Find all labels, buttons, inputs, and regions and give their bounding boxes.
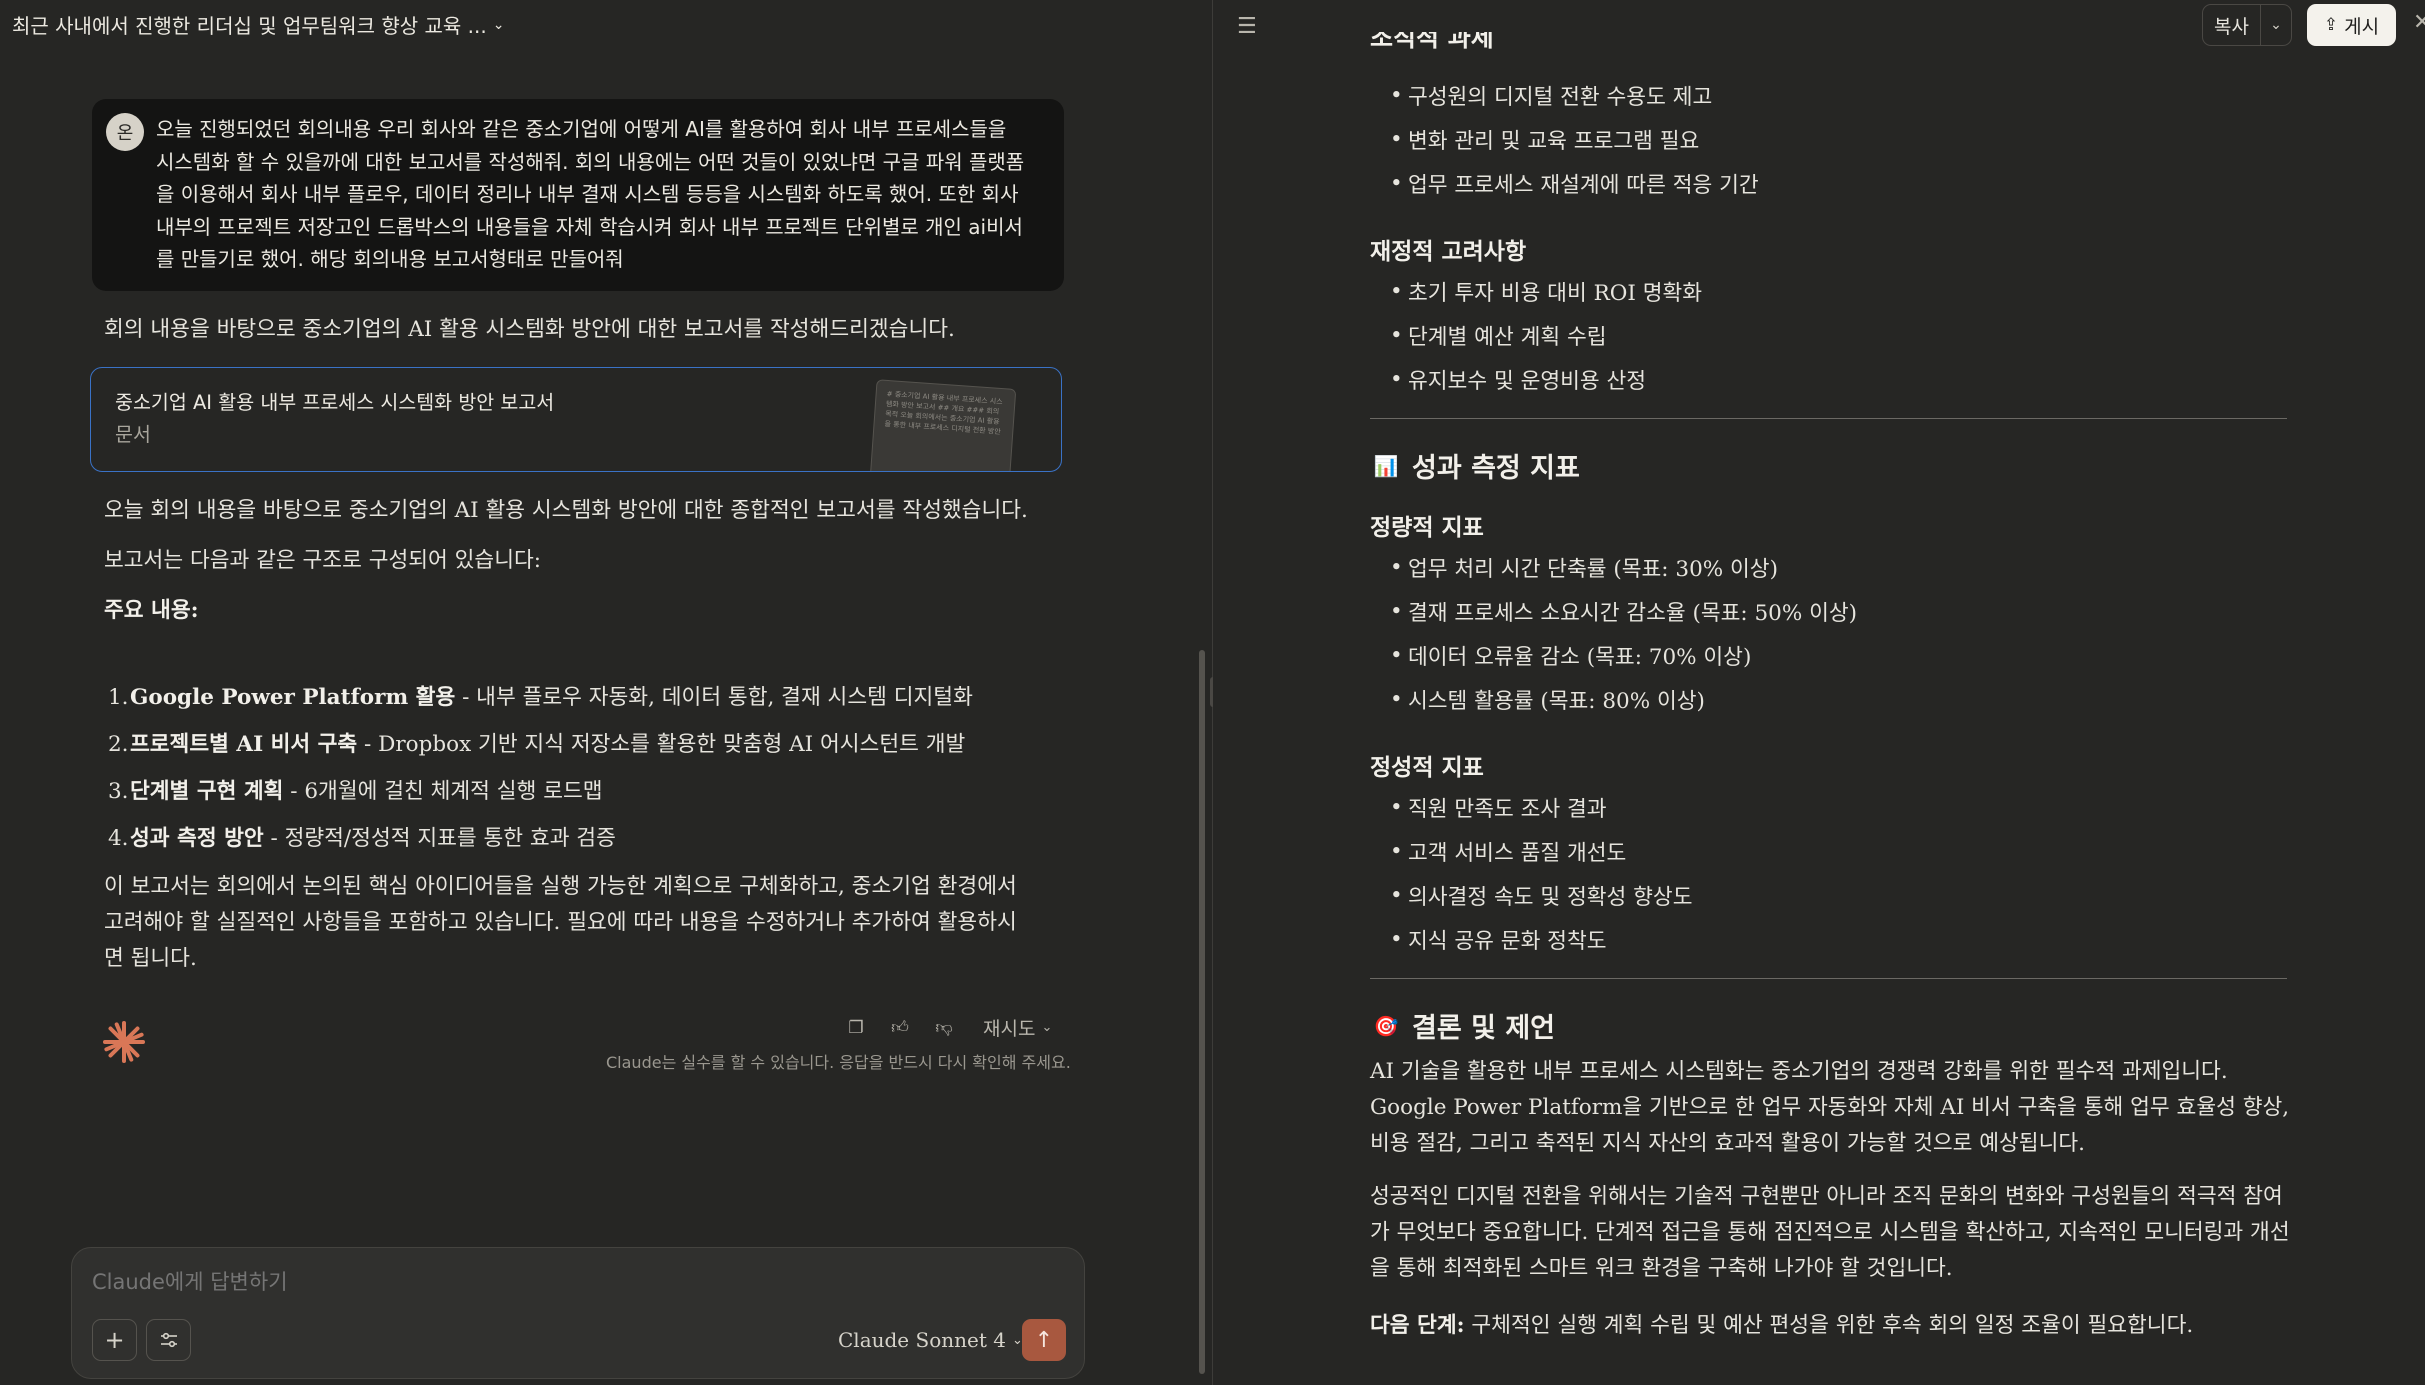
section-heading: 📊 성과 측정 지표 [1370,446,1580,485]
summary-paragraph: 보고서는 다음과 같은 구조로 구성되어 있습니다: [104,548,542,573]
thumbs-up-icon[interactable]: 👍︎ [889,1017,911,1039]
list-item: 의사결정 속도 및 정확성 향상도 [1390,880,1692,911]
list-item: 지식 공유 문화 정착도 [1390,924,1607,955]
list-item: 업무 프로세스 재설계에 따른 적응 기간 [1390,168,1759,199]
bar-chart-icon: 📊 [1373,453,1399,478]
list-item: 3. 단계별 구현 계획 - 6개월에 걸친 체계적 실행 로드맵 [108,779,603,804]
section-heading: 정성적 지표 [1370,754,1484,781]
table-of-contents-icon[interactable]: ☰ [1237,14,1257,39]
next-steps-label: 다음 단계: [1370,1313,1465,1338]
copy-button-group: 복사 ⌄ [2202,4,2292,46]
list-item: 고객 서비스 품질 개선도 [1390,836,1626,867]
sliders-icon [160,1332,177,1348]
list-item: 시스템 활용률 (목표: 80% 이상) [1390,684,1705,715]
artifact-card[interactable]: 중소기업 AI 활용 내부 프로세스 시스템화 방안 보고서 문서 # 중소기업… [90,367,1062,472]
section-heading: 재정적 고려사항 [1370,238,1527,265]
conversation-title-text: 최근 사내에서 진행한 리더십 및 업무팀워크 향상 교육 ... [12,14,487,38]
list-item: 결재 프로세스 소요시간 감소율 (목표: 50% 이상) [1390,596,1857,627]
conversation-pane: 최근 사내에서 진행한 리더십 및 업무팀워크 향상 교육 ... ⌄ 온 오늘… [0,0,1212,1385]
close-icon[interactable]: ✕ [2413,10,2425,35]
add-attachment-button[interactable]: + [92,1319,137,1361]
message-input[interactable] [92,1270,992,1294]
list-item: 데이터 오류율 감소 (목표: 70% 이상) [1390,640,1751,671]
share-icon: ⇪ [2323,15,2339,35]
list-item: 2. 프로젝트별 AI 비서 구축 - Dropbox 기반 지식 저장소를 활… [108,732,966,757]
publish-label: 게시 [2344,15,2380,38]
disclaimer: Claude는 실수를 할 수 있습니다. 응답을 반드시 다시 확인해 주세요… [606,1053,1071,1072]
chevron-down-icon: ⌄ [1041,1020,1053,1035]
next-steps: 다음 단계: 구체적인 실행 계획 수립 및 예산 편성을 위한 후속 회의 일… [1370,1308,2295,1344]
retry-button[interactable]: 재시도 ⌄ [983,1014,1052,1041]
artifact-type: 문서 [115,423,151,446]
list-item: 유지보수 및 운영비용 산정 [1390,364,1646,395]
assistant-intro: 회의 내용을 바탕으로 중소기업의 AI 활용 시스템화 방안에 대한 보고서를… [104,317,955,342]
thumbs-down-icon[interactable]: 👎︎ [933,1017,955,1039]
model-name: Claude Sonnet 4 [838,1328,1006,1352]
user-message: 온 오늘 진행되었던 회의내용 우리 회사와 같은 중소기업에 어떻게 AI를 … [92,99,1064,291]
conclusion-paragraph: 성공적인 디지털 전환을 위해서는 기술적 구현뿐만 아니라 조직 문화의 변화… [1370,1184,2290,1281]
scrollbar[interactable] [1199,650,1205,1374]
artifact-thumbnail: # 중소기업 AI 활용 내부 프로세스 시스템화 방안 보고서 ## 개요 #… [869,379,1017,471]
list-item: 1. Google Power Platform 활용 - 내부 플로우 자동화… [108,685,973,710]
divider [1370,418,2287,419]
section-heading: 정량적 지표 [1370,514,1484,541]
copy-button[interactable]: 복사 [2203,5,2261,45]
copy-icon[interactable]: ❐ [845,1017,867,1039]
user-message-text: 오늘 진행되었던 회의내용 우리 회사와 같은 중소기업에 어떻게 AI를 활용… [156,117,1025,271]
section-heading: 🎯 결론 및 제언 [1370,1006,1555,1045]
arrow-up-icon: ↑ [1034,1327,1054,1353]
summary-closing: 이 보고서는 회의에서 논의된 핵심 아이디어들을 실행 가능한 계획으로 구체… [104,874,1017,971]
chevron-down-icon: ⌄ [492,16,505,33]
next-steps-text: 구체적인 실행 계획 수립 및 예산 편성을 위한 후속 회의 일정 조율이 필… [1464,1313,2194,1338]
summary-paragraph: 오늘 회의 내용을 바탕으로 중소기업의 AI 활용 시스템화 방안에 대한 종… [104,498,1028,523]
list-item: 구성원의 디지털 전환 수용도 제고 [1390,80,1712,111]
target-icon: 🎯 [1373,1013,1399,1038]
message-actions: ❐ 👍︎ 👎︎ 재시도 ⌄ [845,1014,1052,1041]
list-item: 업무 처리 시간 단축률 (목표: 30% 이상) [1390,552,1778,583]
artifact-panel: ☰ 복사 ⌄ ⇪ 게시 ✕ 조직적 과제 구성원의 디지털 전환 수용도 제고 … [1213,0,2425,1385]
plus-icon: + [104,1326,125,1354]
artifact-title: 중소기업 AI 활용 내부 프로세스 시스템화 방안 보고서 [115,391,555,414]
list-item: 변화 관리 및 교육 프로그램 필요 [1390,124,1699,155]
section-heading: 조직적 과제 [1370,32,1494,52]
list-item: 직원 만족도 조사 결과 [1390,792,1607,823]
summary-list: 1. Google Power Platform 활용 - 내부 플로우 자동화… [108,680,1068,868]
avatar: 온 [106,113,144,151]
assistant-summary: 오늘 회의 내용을 바탕으로 중소기업의 AI 활용 시스템화 방안에 대한 종… [104,493,1064,629]
send-button[interactable]: ↑ [1022,1319,1066,1361]
section-heading-text: 결론 및 제언 [1412,1013,1555,1044]
publish-button[interactable]: ⇪ 게시 [2307,4,2396,46]
claude-logo-icon [103,1021,145,1063]
conversation-title[interactable]: 최근 사내에서 진행한 리더십 및 업무팀워크 향상 교육 ... ⌄ [12,10,504,39]
conclusion-paragraph: AI 기술을 활용한 내부 프로세스 시스템화는 중소기업의 경쟁력 강화를 위… [1370,1059,2290,1156]
divider [1370,978,2287,979]
list-item: 단계별 예산 계획 수립 [1390,320,1607,351]
list-item: 초기 투자 비용 대비 ROI 명확화 [1390,276,1702,307]
list-item: 4. 성과 측정 방안 - 정량적/정성적 지표를 통한 효과 검증 [108,826,616,851]
summary-heading: 주요 내용: [104,598,199,623]
retry-label: 재시도 [983,1018,1036,1040]
section-heading-text: 성과 측정 지표 [1412,453,1580,484]
composer: + Claude Sonnet 4 ⌄ ↑ [71,1247,1085,1379]
chevron-down-icon[interactable]: ⌄ [2261,17,2291,33]
tools-button[interactable] [146,1319,191,1361]
model-selector[interactable]: Claude Sonnet 4 ⌄ [838,1328,1023,1352]
